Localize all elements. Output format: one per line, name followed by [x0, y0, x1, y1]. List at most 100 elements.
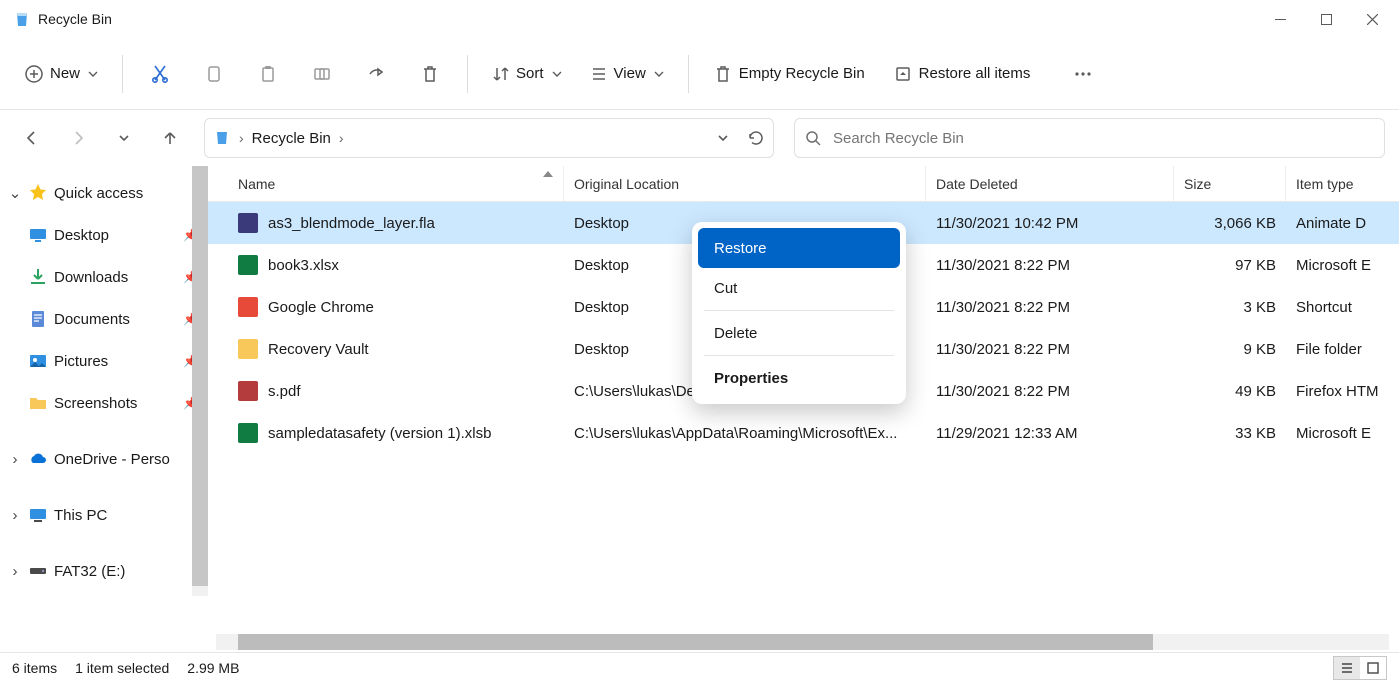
context-cut[interactable]: Cut: [698, 268, 900, 308]
chevron-right-icon[interactable]: ›: [8, 507, 22, 524]
cut-button[interactable]: [137, 52, 183, 96]
sort-button[interactable]: Sort: [482, 52, 572, 96]
sidebar-drive-e[interactable]: › FAT32 (E:): [0, 550, 208, 592]
share-icon: [366, 64, 386, 84]
file-name: Google Chrome: [268, 299, 374, 316]
column-header-type[interactable]: Item type: [1286, 166, 1399, 201]
sidebar-this-pc[interactable]: › This PC: [0, 494, 208, 536]
sort-asc-icon: [543, 171, 553, 177]
content-pane: Name Original Location Date Deleted Size…: [208, 166, 1399, 632]
chevron-down-icon: [552, 69, 562, 79]
column-header-name[interactable]: Name: [228, 166, 564, 201]
close-button[interactable]: [1349, 0, 1395, 38]
file-name: Recovery Vault: [268, 341, 369, 358]
sidebar-onedrive[interactable]: › OneDrive - Perso: [0, 438, 208, 480]
search-input[interactable]: [833, 130, 1374, 147]
file-type: Firefox HTM: [1286, 383, 1399, 400]
view-grid-icon: [1366, 661, 1380, 675]
main-area: ⌄ Quick access Desktop 📌 Downloads 📌 Doc…: [0, 166, 1399, 632]
rename-icon: [312, 64, 332, 84]
forward-button[interactable]: [60, 120, 96, 156]
sidebar-label: Downloads: [54, 269, 128, 286]
copy-icon: [204, 64, 224, 84]
column-header-location[interactable]: Original Location: [564, 166, 926, 201]
sidebar-label: Screenshots: [54, 395, 137, 412]
sidebar: ⌄ Quick access Desktop 📌 Downloads 📌 Doc…: [0, 166, 208, 632]
sort-label: Sort: [516, 65, 544, 82]
empty-recycle-bin-button[interactable]: Empty Recycle Bin: [703, 52, 875, 96]
sidebar-pictures[interactable]: Pictures 📌: [0, 340, 208, 382]
sidebar-label: Desktop: [54, 227, 109, 244]
refresh-icon[interactable]: [747, 129, 765, 147]
maximize-button[interactable]: [1303, 0, 1349, 38]
horizontal-scrollbar[interactable]: [0, 632, 1399, 652]
view-label: View: [614, 65, 646, 82]
recycle-bin-icon: [12, 9, 32, 29]
file-icon: [238, 423, 258, 443]
sidebar-label: Documents: [54, 311, 130, 328]
file-type: Microsoft E: [1286, 425, 1399, 442]
chevron-down-icon[interactable]: [717, 132, 729, 144]
context-restore[interactable]: Restore: [698, 228, 900, 268]
file-location: C:\Users\lukas\AppData\Roaming\Microsoft…: [564, 425, 926, 442]
view-button[interactable]: View: [580, 52, 674, 96]
share-button[interactable]: [353, 52, 399, 96]
column-header-date[interactable]: Date Deleted: [926, 166, 1174, 201]
file-name: s.pdf: [268, 383, 301, 400]
status-bar: 6 items 1 item selected 2.99 MB: [0, 652, 1399, 682]
chevron-right-icon[interactable]: ›: [8, 451, 22, 468]
toolbar: New Sort View Empty Recycle Bin Restore …: [0, 38, 1399, 110]
copy-button[interactable]: [191, 52, 237, 96]
sidebar-label: OneDrive - Perso: [54, 451, 170, 468]
file-icon: [238, 381, 258, 401]
context-properties[interactable]: Properties: [698, 358, 900, 398]
sidebar-desktop[interactable]: Desktop 📌: [0, 214, 208, 256]
restore-icon: [893, 64, 913, 84]
sidebar-screenshots[interactable]: Screenshots 📌: [0, 382, 208, 424]
download-icon: [28, 267, 48, 287]
file-date: 11/30/2021 8:22 PM: [926, 383, 1174, 400]
sidebar-documents[interactable]: Documents 📌: [0, 298, 208, 340]
view-list-icon: [590, 65, 608, 83]
search-bar[interactable]: [794, 118, 1385, 158]
table-row[interactable]: sampledatasafety (version 1).xlsbC:\User…: [208, 412, 1399, 454]
paste-button[interactable]: [245, 52, 291, 96]
star-icon: [28, 183, 48, 203]
sidebar-label: Quick access: [54, 185, 143, 202]
file-icon: [238, 213, 258, 233]
context-delete[interactable]: Delete: [698, 313, 900, 353]
rename-button[interactable]: [299, 52, 345, 96]
file-size: 3,066 KB: [1174, 215, 1286, 232]
file-icon: [238, 297, 258, 317]
file-size: 3 KB: [1174, 299, 1286, 316]
view-details-button[interactable]: [1334, 657, 1360, 679]
chevron-right-icon[interactable]: ›: [8, 563, 22, 580]
chevron-down-icon[interactable]: ⌄: [8, 184, 22, 202]
column-headers: Name Original Location Date Deleted Size…: [208, 166, 1399, 202]
sidebar-label: This PC: [54, 507, 107, 524]
pictures-icon: [28, 351, 48, 371]
more-button[interactable]: [1060, 52, 1106, 96]
sidebar-quick-access[interactable]: ⌄ Quick access: [0, 172, 208, 214]
sidebar-label: FAT32 (E:): [54, 563, 125, 580]
sidebar-downloads[interactable]: Downloads 📌: [0, 256, 208, 298]
window-title: Recycle Bin: [38, 11, 112, 27]
view-large-button[interactable]: [1360, 657, 1386, 679]
back-button[interactable]: [14, 120, 50, 156]
cut-icon: [150, 64, 170, 84]
address-bar[interactable]: › Recycle Bin ›: [204, 118, 774, 158]
new-button[interactable]: New: [14, 52, 108, 96]
file-size: 97 KB: [1174, 257, 1286, 274]
minimize-button[interactable]: [1257, 0, 1303, 38]
menu-divider: [704, 355, 894, 356]
recent-locations-button[interactable]: [106, 120, 142, 156]
breadcrumb[interactable]: Recycle Bin: [252, 130, 331, 147]
trash-icon: [420, 64, 440, 84]
delete-button[interactable]: [407, 52, 453, 96]
documents-icon: [28, 309, 48, 329]
arrow-right-icon: [70, 130, 86, 146]
up-button[interactable]: [152, 120, 188, 156]
sidebar-scrollbar[interactable]: [192, 166, 208, 596]
column-header-size[interactable]: Size: [1174, 166, 1286, 201]
restore-all-button[interactable]: Restore all items: [883, 52, 1041, 96]
